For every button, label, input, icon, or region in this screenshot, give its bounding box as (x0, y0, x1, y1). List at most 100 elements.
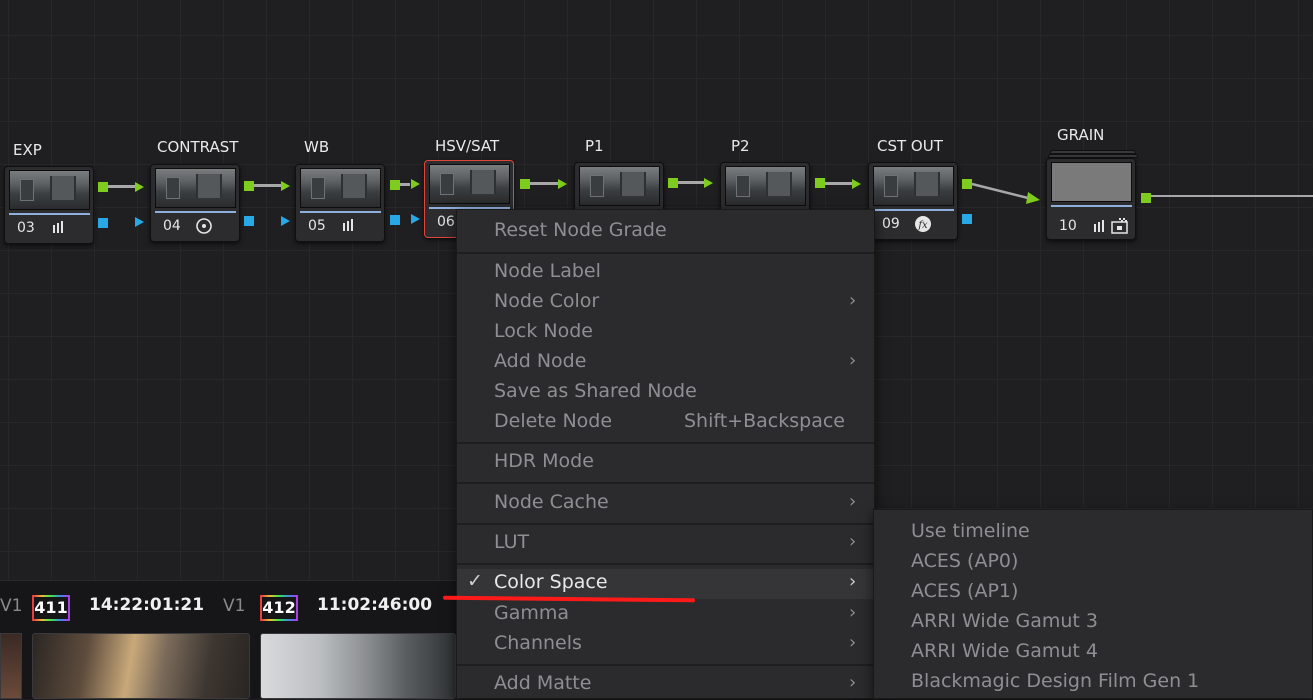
chevron-right-icon: › (849, 672, 857, 693)
menu-item-color-space[interactable]: ✓ Color Space › (457, 569, 874, 599)
bars-icon (52, 221, 66, 236)
submenu-item-blackmagic-film-gen1[interactable]: Blackmagic Design Film Gen 1 (911, 670, 1199, 692)
node-label-wb: WB (304, 138, 330, 156)
submenu-item-arri-wide-gamut-3[interactable]: ARRI Wide Gamut 3 (911, 610, 1098, 632)
node-bar (155, 211, 236, 213)
chevron-right-icon: › (849, 602, 857, 623)
node-bar (9, 213, 90, 215)
track-label: V1 (223, 596, 246, 616)
input-arrow[interactable] (411, 179, 420, 189)
submenu-item-aces-ap1[interactable]: ACES (AP1) (911, 580, 1018, 602)
node-number: 10 (1059, 218, 1077, 234)
bars-icon (342, 219, 356, 234)
menu-item-node-color[interactable]: Node Color › (457, 288, 874, 318)
menu-item-hdr-mode[interactable]: HDR Mode (457, 448, 874, 478)
node-contrast[interactable]: 04 (150, 164, 240, 242)
circle-dot-icon (195, 217, 213, 238)
submenu-item-arri-wide-gamut-4[interactable]: ARRI Wide Gamut 4 (911, 640, 1098, 662)
node-context-menu: Reset Node Grade Node Label Node Color › … (456, 209, 875, 699)
chevron-right-icon: › (849, 350, 857, 371)
menu-separator (457, 442, 874, 444)
menu-separator (457, 664, 874, 666)
node-label-p2: P2 (731, 137, 750, 155)
menu-item-gamma[interactable]: Gamma › (457, 600, 874, 630)
menu-item-reset-node-grade[interactable]: Reset Node Grade (457, 217, 874, 247)
menu-item-node-label[interactable]: Node Label (457, 258, 874, 288)
menu-item-label: HDR Mode (494, 450, 594, 472)
node-wb[interactable]: 05 (295, 164, 385, 242)
menu-item-label: Add Node (494, 350, 587, 372)
menu-item-channels[interactable]: Channels › (457, 630, 874, 660)
key-input-arrow[interactable] (281, 216, 290, 226)
menu-item-add-matte[interactable]: Add Matte › (457, 670, 874, 700)
node-label-cst-out: CST OUT (877, 137, 943, 155)
node-thumbnail (725, 166, 806, 206)
output-port[interactable] (815, 178, 825, 188)
node-grain[interactable]: 10 (1046, 158, 1136, 240)
output-port[interactable] (520, 179, 530, 189)
key-output-port[interactable] (390, 215, 400, 225)
node-label-hsv-sat: HSV/SAT (435, 137, 500, 155)
key-output-port[interactable] (98, 218, 108, 228)
node-number: 06 (437, 214, 455, 230)
connection-line (825, 182, 852, 185)
output-port[interactable] (98, 182, 108, 192)
clip-thumbnail[interactable] (32, 633, 250, 699)
menu-item-lock-node[interactable]: Lock Node (457, 318, 874, 348)
menu-item-label: Delete Node (494, 410, 613, 432)
menu-item-label: Color Space (494, 571, 608, 593)
output-port[interactable] (668, 178, 678, 188)
output-port[interactable] (390, 180, 400, 190)
clip-number-badge: 411 (32, 595, 70, 621)
submenu-item-aces-ap0[interactable]: ACES (AP0) (911, 550, 1018, 572)
node-label-grain: GRAIN (1057, 126, 1105, 144)
menu-item-lut[interactable]: LUT › (457, 529, 874, 559)
clip-thumbnail[interactable] (0, 633, 22, 699)
output-port[interactable] (1141, 193, 1151, 203)
node-exp[interactable]: 03 (4, 166, 94, 244)
node-thumbnail (579, 166, 660, 206)
input-arrow[interactable] (281, 181, 290, 191)
node-thumbnail (300, 168, 381, 208)
connection-line (971, 182, 1040, 204)
node-label-p1: P1 (585, 137, 604, 155)
menu-item-add-node[interactable]: Add Node › (457, 348, 874, 378)
connection-line (254, 184, 282, 187)
menu-separator (457, 252, 874, 254)
submenu-item-use-timeline[interactable]: Use timeline (911, 520, 1030, 542)
chevron-right-icon: › (849, 491, 857, 512)
node-thumbnail (873, 166, 954, 206)
menu-item-node-cache[interactable]: Node Cache › (457, 489, 874, 519)
input-arrow[interactable] (852, 179, 861, 189)
clip-thumbnail[interactable] (260, 633, 456, 699)
output-port[interactable] (244, 181, 254, 191)
fx-icon: fx (914, 215, 932, 236)
node-cst-out[interactable]: 09 fx (868, 162, 958, 240)
clip-timecode: 14:22:01:21 (89, 595, 205, 615)
menu-item-shortcut: Shift+Backspace (684, 410, 845, 432)
connection-line (530, 182, 558, 185)
chevron-right-icon: › (849, 290, 857, 311)
node-thumbnail (155, 168, 236, 208)
key-output-port[interactable] (962, 214, 972, 224)
node-bar (873, 209, 954, 211)
node-bar (1051, 205, 1132, 207)
key-input-arrow[interactable] (411, 214, 420, 224)
connection-line (1151, 195, 1313, 197)
key-output-port[interactable] (244, 216, 254, 226)
menu-item-label: Channels (494, 632, 582, 654)
chevron-right-icon: › (849, 632, 857, 653)
node-number: 05 (308, 218, 326, 234)
grain-icon (1111, 218, 1129, 237)
color-space-submenu: Use timeline ACES (AP0) ACES (AP1) ARRI … (873, 509, 1313, 699)
key-input-arrow[interactable] (135, 217, 144, 227)
input-arrow[interactable] (704, 178, 713, 188)
input-arrow[interactable] (558, 179, 567, 189)
input-arrow[interactable] (135, 182, 144, 192)
menu-separator (457, 523, 874, 525)
menu-item-label: Add Matte (494, 672, 592, 694)
menu-item-delete-node[interactable]: Delete Node Shift+Backspace (457, 408, 874, 438)
connection-line (108, 185, 138, 188)
svg-text:fx: fx (917, 220, 928, 231)
menu-item-save-shared-node[interactable]: Save as Shared Node (457, 378, 874, 408)
